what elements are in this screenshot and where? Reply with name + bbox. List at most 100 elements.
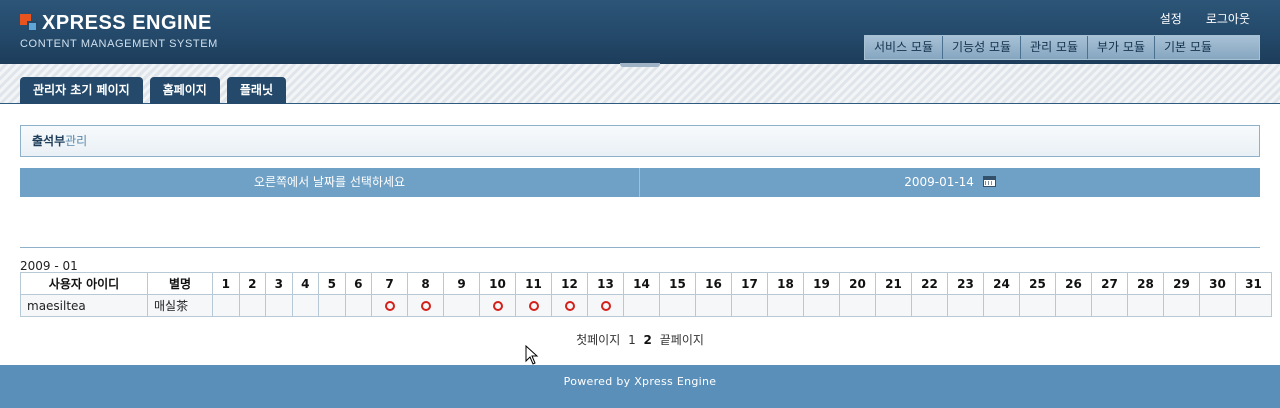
- header-day-17: 17: [731, 272, 768, 295]
- gnb-addon-module[interactable]: 부가 모듈: [1088, 36, 1155, 59]
- selected-date: 2009-01-14: [904, 175, 974, 189]
- header-day-8: 8: [407, 272, 444, 295]
- header-day-31: 31: [1235, 272, 1272, 295]
- divider: [20, 247, 1260, 248]
- page-link-2-current[interactable]: 2: [644, 333, 652, 347]
- cell-day-4: [291, 294, 319, 317]
- cell-day-19: [803, 294, 840, 317]
- cell-day-17: [731, 294, 768, 317]
- page-link-1[interactable]: 1: [628, 333, 636, 347]
- header-day-25: 25: [1019, 272, 1056, 295]
- header-day-13: 13: [587, 272, 624, 295]
- cell-day-6: [344, 294, 372, 317]
- cell-day-29: [1163, 294, 1200, 317]
- date-instruction: 오른쪽에서 날짜를 선택하세요: [20, 168, 640, 197]
- cell-day-18: [767, 294, 804, 317]
- header-day-1: 1: [212, 272, 240, 295]
- header-day-10: 10: [479, 272, 516, 295]
- tab-homepage[interactable]: 홈페이지: [149, 77, 220, 104]
- header-day-18: 18: [767, 272, 804, 295]
- cell-day-26: [1055, 294, 1092, 317]
- page-title: 출석부관리: [20, 125, 1260, 157]
- cell-day-1: [212, 294, 240, 317]
- header-day-20: 20: [839, 272, 876, 295]
- cell-day-12: [551, 294, 588, 317]
- logo-subtitle: CONTENT MANAGEMENT SYSTEM: [20, 38, 218, 50]
- header-day-11: 11: [515, 272, 552, 295]
- attendance-mark-icon: [600, 301, 611, 311]
- header-day-27: 27: [1091, 272, 1128, 295]
- cell-day-5: [318, 294, 346, 317]
- logo-title: XPRESS ENGINE: [42, 12, 212, 34]
- cell-day-22: [911, 294, 948, 317]
- pagination: 첫페이지 1 2 끝페이지: [0, 331, 1280, 348]
- admin-tabs: 관리자 초기 페이지 홈페이지 플래닛: [20, 77, 286, 104]
- cell-day-2: [238, 294, 266, 317]
- attendance-mark-icon: [384, 301, 395, 311]
- header-day-19: 19: [803, 272, 840, 295]
- header-day-16: 16: [695, 272, 732, 295]
- cell-day-7: [371, 294, 408, 317]
- month-label: 2009 - 01: [20, 259, 78, 273]
- collapse-handle[interactable]: [620, 63, 660, 67]
- header-day-3: 3: [265, 272, 293, 295]
- logout-link[interactable]: 로그아웃: [1206, 10, 1250, 27]
- header-day-14: 14: [623, 272, 660, 295]
- cell-day-21: [875, 294, 912, 317]
- gnb-admin-module[interactable]: 관리 모듈: [1021, 36, 1089, 59]
- global-nav: 서비스 모듈 기능성 모듈 관리 모듈 부가 모듈 기본 모듈: [864, 35, 1260, 60]
- attendance-mark-icon: [564, 301, 575, 311]
- settings-link[interactable]: 설정: [1160, 10, 1182, 27]
- cell-day-13: [587, 294, 624, 317]
- page-title-rest: 관리: [65, 134, 88, 148]
- cell-nickname: 매실茶: [147, 294, 213, 317]
- date-selection-bar: 오른쪽에서 날짜를 선택하세요 2009-01-14: [20, 168, 1260, 197]
- header-day-9: 9: [443, 272, 480, 295]
- header-day-26: 26: [1055, 272, 1092, 295]
- table-row: maesiltea 매실茶: [20, 294, 1272, 317]
- header-day-30: 30: [1199, 272, 1236, 295]
- cell-day-3: [265, 294, 293, 317]
- gnb-service-module[interactable]: 서비스 모듈: [865, 36, 944, 59]
- first-page-link[interactable]: 첫페이지: [576, 333, 620, 347]
- footer-credit: Powered by Xpress Engine: [563, 375, 717, 388]
- header-day-28: 28: [1127, 272, 1164, 295]
- cell-day-9: [443, 294, 480, 317]
- logo-mark-icon: [20, 14, 38, 32]
- cell-day-14: [623, 294, 660, 317]
- cell-day-15: [659, 294, 696, 317]
- header-day-24: 24: [983, 272, 1020, 295]
- footer: Powered by Xpress Engine: [0, 365, 1280, 408]
- gnb-basic-module[interactable]: 기본 모듈: [1155, 36, 1259, 59]
- cell-day-31: [1235, 294, 1272, 317]
- header-day-7: 7: [371, 272, 408, 295]
- page-title-strong: 출석부: [32, 134, 66, 148]
- mouse-cursor-icon: [525, 345, 539, 365]
- gnb-feature-module[interactable]: 기능성 모듈: [943, 36, 1022, 59]
- cell-day-11: [515, 294, 552, 317]
- cell-user-id[interactable]: maesiltea: [20, 294, 148, 317]
- header-day-12: 12: [551, 272, 588, 295]
- header-day-22: 22: [911, 272, 948, 295]
- tab-planet[interactable]: 플래닛: [226, 77, 286, 104]
- attendance-mark-icon: [492, 301, 503, 311]
- header-day-21: 21: [875, 272, 912, 295]
- cell-day-8: [407, 294, 444, 317]
- header-day-5: 5: [318, 272, 346, 295]
- header-day-15: 15: [659, 272, 696, 295]
- tab-admin-home[interactable]: 관리자 초기 페이지: [20, 77, 143, 104]
- last-page-link[interactable]: 끝페이지: [660, 333, 704, 347]
- attendance-table: 사용자 아이디 별명 1 2 3 4 5 6 7 8 9 10 11 12 13 14 15 16 17 18 19…: [20, 272, 1272, 317]
- header-nickname: 별명: [147, 272, 213, 295]
- calendar-icon[interactable]: [982, 176, 996, 187]
- header-day-6: 6: [344, 272, 372, 295]
- cell-day-23: [947, 294, 984, 317]
- cell-day-16: [695, 294, 732, 317]
- attendance-mark-icon: [420, 301, 431, 311]
- header-day-2: 2: [238, 272, 266, 295]
- cell-day-10: [479, 294, 516, 317]
- selected-date-cell: 2009-01-14: [640, 168, 1260, 197]
- header-user-id: 사용자 아이디: [20, 272, 148, 295]
- header-day-4: 4: [291, 272, 319, 295]
- header: XPRESS ENGINE CONTENT MANAGEMENT SYSTEM …: [0, 0, 1280, 64]
